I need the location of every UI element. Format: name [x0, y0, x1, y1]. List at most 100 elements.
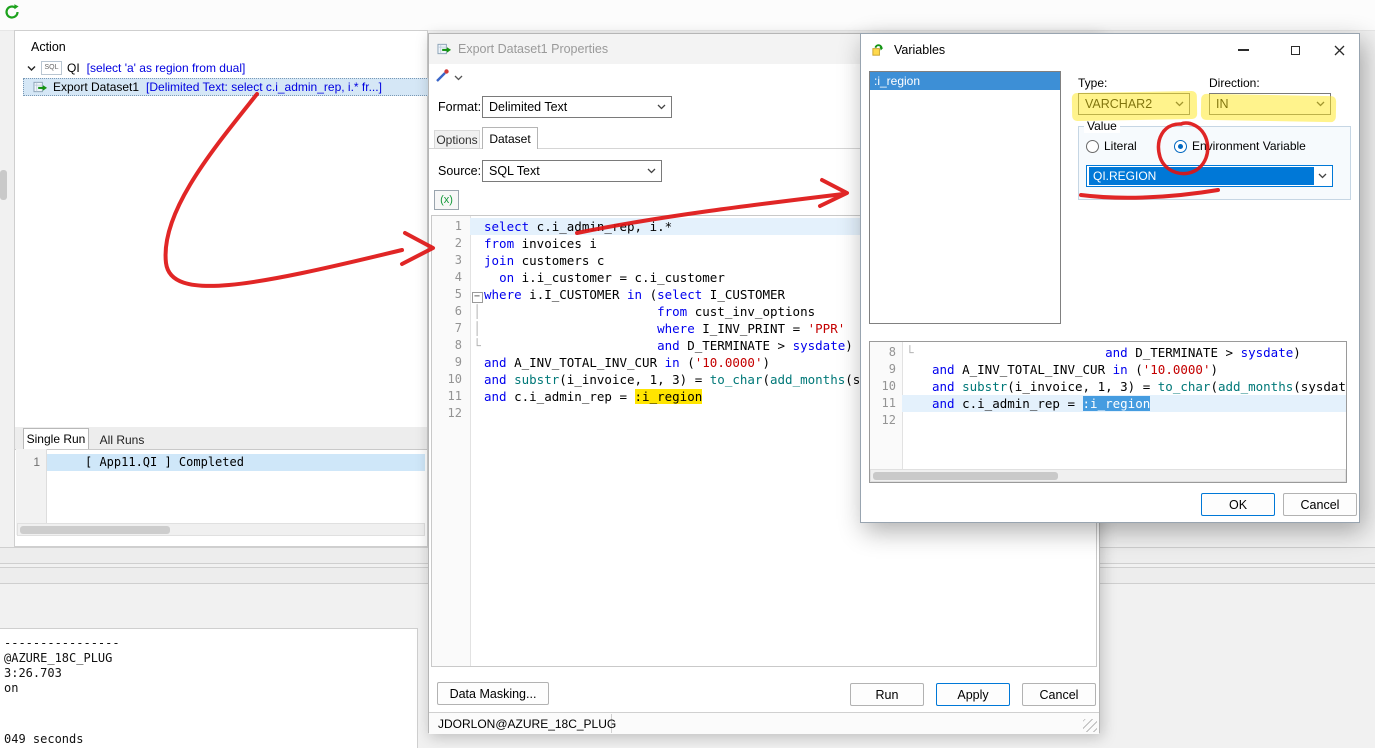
variables-list[interactable]: :i_region — [869, 71, 1061, 324]
data-masking-button[interactable]: Data Masking... — [437, 682, 549, 705]
minimize-button[interactable] — [1229, 39, 1257, 61]
preview-hscrollbar-thumb[interactable] — [873, 472, 1058, 480]
cancel-button[interactable]: Cancel — [1022, 683, 1096, 706]
log-line: 3:26.703 — [4, 666, 62, 680]
chevron-down-icon — [1318, 173, 1327, 179]
fold-margin: │ — [473, 304, 481, 319]
log-line: ---------------- — [4, 636, 120, 650]
line-number: 8 — [454, 338, 462, 352]
code-lines: 8 └ and D_TERMINATE > sysdate) 9 and A_INV_… — [870, 344, 1346, 429]
tree-node-qi[interactable]: SQL QI [select 'a' as region from dual] — [15, 59, 439, 77]
tree-node-label: QI — [67, 61, 80, 75]
fold-margin — [470, 235, 484, 252]
value-group-label: Value — [1084, 119, 1120, 133]
run-row-number: 1 — [33, 455, 40, 469]
refresh-icon[interactable] — [3, 3, 21, 21]
format-value: Delimited Text — [489, 100, 568, 114]
chevron-down-icon — [647, 168, 656, 174]
line-number: 9 — [888, 362, 896, 376]
source-value: SQL Text — [489, 164, 540, 178]
line-number: 11 — [447, 389, 462, 403]
code-line: 9 and A_INV_TOTAL_INV_CUR in ('10.0000') — [870, 361, 1346, 378]
apply-button[interactable]: Apply — [936, 683, 1010, 706]
wand-icon[interactable] — [435, 68, 450, 86]
connection-status: JDORLON@AZURE_18C_PLUG — [430, 714, 616, 733]
tab-dataset[interactable]: Dataset — [482, 127, 538, 149]
fold-margin — [902, 378, 932, 395]
fold-margin: │ — [473, 321, 481, 336]
chevron-down-icon — [1316, 101, 1325, 107]
maximize-icon — [1290, 45, 1300, 55]
run-list-hscrollbar-thumb[interactable] — [20, 526, 170, 534]
variable-list-item[interactable]: :i_region — [870, 72, 1060, 90]
line-number: 9 — [454, 355, 462, 369]
type-value: VARCHAR2 — [1085, 97, 1153, 111]
runtime-text: 049 seconds — [4, 732, 84, 746]
fold-margin — [902, 361, 932, 378]
radio-icon — [1086, 139, 1099, 153]
direction-dropdown[interactable]: IN — [1209, 93, 1331, 115]
close-icon — [1334, 45, 1344, 55]
line-number: 4 — [454, 270, 462, 284]
dialog-title: Export Dataset1 Properties — [458, 42, 609, 56]
resize-grip[interactable] — [1083, 719, 1097, 732]
variables-titlebar[interactable]: Variables — [861, 34, 1359, 66]
fold-margin — [470, 388, 484, 405]
panel-title: Action — [31, 40, 66, 54]
fold-margin — [470, 354, 484, 371]
fold-margin — [470, 252, 484, 269]
tab-options[interactable]: Options — [434, 130, 480, 148]
ok-button[interactable]: OK — [1201, 493, 1275, 516]
run-tabs: Single Run All Runs — [15, 427, 427, 450]
top-toolbar — [0, 0, 1375, 31]
environment-variable-radio[interactable]: Environment Variable — [1174, 139, 1306, 153]
environment-variable-value: QI.REGION — [1089, 167, 1314, 185]
chevron-down-icon[interactable] — [27, 65, 36, 72]
type-label: Type: — [1078, 76, 1108, 90]
run-row[interactable]: [ App11.QI ] Completed — [47, 454, 425, 471]
preview-hscrollbar — [870, 469, 1346, 482]
action-panel: Action SQL QI [select 'a' as region from… — [14, 30, 435, 547]
run-button[interactable]: Run — [850, 683, 924, 706]
format-label: Format: — [438, 100, 482, 114]
fold-margin: − — [470, 286, 484, 303]
bind-variables-button[interactable]: (x) — [434, 190, 459, 210]
minimize-icon — [1237, 49, 1249, 51]
line-number: 12 — [881, 413, 896, 427]
status-bar: JDORLON@AZURE_18C_PLUG — [429, 712, 1099, 734]
literal-radio[interactable]: Literal — [1086, 139, 1137, 153]
sql-icon: SQL — [41, 61, 62, 75]
left-scrollbar-thumb[interactable] — [0, 170, 7, 200]
dialog-title: Variables — [894, 43, 946, 57]
fold-margin — [902, 412, 932, 429]
output-log-panel: ---------------- @AZURE_18C_PLUG 3:26.70… — [0, 628, 418, 748]
format-dropdown[interactable]: Delimited Text — [482, 96, 672, 118]
code-line: 12 — [870, 412, 1346, 429]
maximize-button[interactable] — [1281, 39, 1309, 61]
fold-margin — [902, 395, 932, 412]
code-line: 8 └ and D_TERMINATE > sysdate) — [870, 344, 1346, 361]
export-dataset-icon — [437, 42, 452, 56]
fold-margin — [470, 371, 484, 388]
value-groupbox — [1078, 126, 1351, 200]
tab-single-run[interactable]: Single Run — [23, 428, 89, 449]
properties-toolbar — [435, 68, 463, 86]
source-dropdown[interactable]: SQL Text — [482, 160, 662, 182]
line-number: 8 — [888, 345, 896, 359]
type-dropdown[interactable]: VARCHAR2 — [1078, 93, 1190, 115]
tree-node-label: Export Dataset1 — [53, 80, 140, 94]
variables-dialog: Variables :i_region Type: VARCHAR2 Direc… — [860, 33, 1360, 523]
environment-variable-dropdown[interactable]: QI.REGION — [1086, 165, 1333, 187]
fold-collapse-icon[interactable]: − — [471, 292, 483, 303]
dropdown-caret-icon[interactable] — [454, 70, 463, 84]
log-line: on — [4, 681, 19, 695]
run-list-hscrollbar — [17, 523, 425, 536]
tree-node-export-dataset[interactable]: Export Dataset1 [Delimited Text: select … — [23, 78, 435, 96]
line-number: 10 — [447, 372, 462, 386]
cancel-button[interactable]: Cancel — [1283, 493, 1357, 516]
tab-all-runs[interactable]: All Runs — [93, 430, 151, 449]
sql-preview-panel: 8 └ and D_TERMINATE > sysdate) 9 and A_INV_… — [869, 341, 1347, 483]
literal-radio-label: Literal — [1104, 139, 1137, 153]
source-label: Source: — [438, 164, 482, 178]
close-button[interactable] — [1325, 39, 1353, 61]
